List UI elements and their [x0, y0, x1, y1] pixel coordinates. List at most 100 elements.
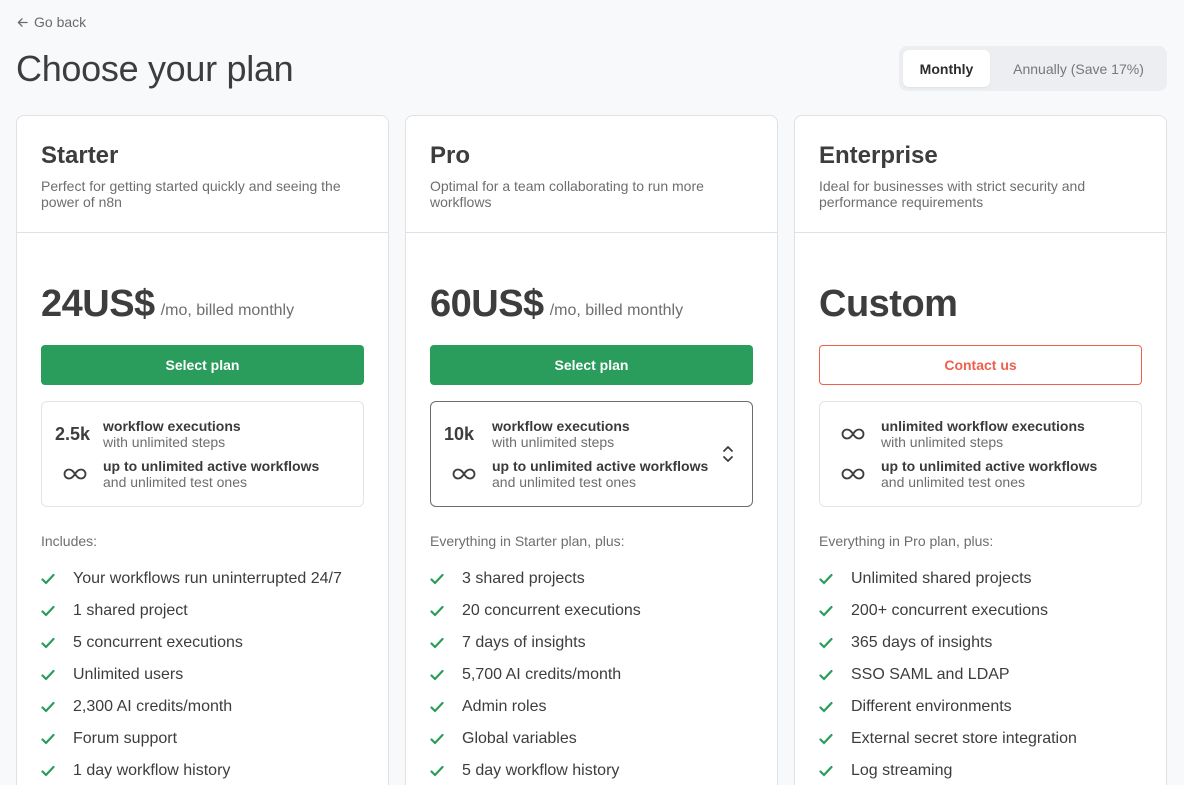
feature-item: Unlimited users — [41, 659, 364, 691]
feature-item: Forum support — [41, 723, 364, 755]
plan-card-starter: Starter Perfect for getting started quic… — [16, 115, 389, 785]
infinity-icon — [63, 468, 87, 480]
plan-price-suffix: /mo, billed monthly — [160, 302, 295, 319]
feature-item: Your workflows run uninterrupted 24/7 — [41, 563, 364, 595]
feature-item: 5 day workflow history — [430, 755, 753, 785]
feature-text: 5 concurrent executions — [73, 634, 243, 651]
plan-card-pro: Pro Optimal for a team collaborating to … — [405, 115, 778, 785]
feature-item: 5,700 AI credits/month — [430, 659, 753, 691]
feature-text: 200+ concurrent executions — [851, 602, 1049, 619]
includes-heading: Everything in Pro plan, plus: — [819, 533, 994, 549]
feature-list: 3 shared projects 20 concurrent executio… — [430, 563, 753, 785]
chevron-up-down-icon — [723, 446, 733, 462]
check-icon — [819, 605, 833, 617]
check-icon — [41, 733, 55, 745]
annually-toggle-button[interactable]: Annually (Save 17%) — [994, 50, 1163, 87]
workflows-sub: and unlimited test ones — [103, 474, 247, 490]
infinity-icon — [841, 468, 865, 480]
go-back-label: Go back — [34, 14, 87, 30]
feature-text: 2,300 AI credits/month — [73, 698, 233, 715]
plan-name: Starter — [41, 142, 119, 169]
check-icon — [41, 605, 55, 617]
plan-price: 24US$ — [41, 283, 155, 325]
check-icon — [430, 605, 444, 617]
feature-item: 1 shared project — [41, 595, 364, 627]
feature-item: 365 days of insights — [819, 627, 1142, 659]
workflows-label: up to unlimited active workflows — [881, 458, 1098, 474]
workflows-label: up to unlimited active workflows — [492, 458, 709, 474]
check-icon — [430, 701, 444, 713]
plan-description: Optimal for a team collaborating to run … — [430, 178, 704, 210]
plan-quota-box: 2.5k workflow executions with unlimited … — [41, 401, 364, 507]
feature-text: 20 concurrent executions — [462, 602, 641, 619]
check-icon — [819, 669, 833, 681]
executions-value: 10k — [444, 423, 475, 444]
feature-item: External secret store integration — [819, 723, 1142, 755]
feature-item: SSO SAML and LDAP — [819, 659, 1142, 691]
check-icon — [41, 765, 55, 777]
feature-text: Unlimited users — [73, 666, 184, 683]
workflows-sub: and unlimited test ones — [492, 474, 636, 490]
plan-name: Pro — [430, 142, 471, 169]
feature-item: 20 concurrent executions — [430, 595, 753, 627]
feature-item: Admin roles — [430, 691, 753, 723]
feature-item: 200+ concurrent executions — [819, 595, 1142, 627]
feature-text: 7 days of insights — [462, 634, 586, 651]
executions-sub: with unlimited steps — [103, 434, 226, 450]
check-icon — [41, 573, 55, 585]
check-icon — [430, 765, 444, 777]
feature-text: External secret store integration — [851, 730, 1077, 747]
select-plan-button[interactable]: Select plan — [41, 345, 364, 385]
check-icon — [819, 733, 833, 745]
arrow-left-icon — [17, 17, 28, 27]
executions-label: workflow executions — [103, 418, 241, 434]
feature-text: 5,700 AI credits/month — [462, 666, 622, 683]
plan-name: Enterprise — [819, 142, 938, 169]
executions-sub: with unlimited steps — [492, 434, 615, 450]
feature-item: 1 day workflow history — [41, 755, 364, 785]
contact-us-button[interactable]: Contact us — [819, 345, 1142, 385]
executions-label: unlimited workflow executions — [881, 418, 1085, 434]
feature-text: Admin roles — [462, 698, 547, 715]
select-plan-button[interactable]: Select plan — [430, 345, 753, 385]
feature-item: Global variables — [430, 723, 753, 755]
feature-item: 3 shared projects — [430, 563, 753, 595]
feature-text: Forum support — [73, 730, 178, 747]
feature-item: Different environments — [819, 691, 1142, 723]
go-back-link[interactable]: Go back — [17, 14, 86, 30]
check-icon — [430, 733, 444, 745]
feature-item: 7 days of insights — [430, 627, 753, 659]
plan-price: Custom — [819, 283, 958, 325]
plan-description: Ideal for businesses with strict securit… — [819, 178, 1086, 210]
infinity-icon — [841, 428, 865, 440]
feature-item: Unlimited shared projects — [819, 563, 1142, 595]
plan-card-enterprise: Enterprise Ideal for businesses with str… — [794, 115, 1167, 785]
execution-tier-select[interactable]: 10k workflow executions with unlimited s… — [430, 401, 753, 507]
check-icon — [819, 765, 833, 777]
page-title: Choose your plan — [16, 48, 294, 89]
feature-text: Unlimited shared projects — [851, 570, 1032, 587]
plan-price-suffix: /mo, billed monthly — [549, 302, 684, 319]
check-icon — [819, 637, 833, 649]
check-icon — [430, 637, 444, 649]
plan-price: 60US$ — [430, 283, 544, 325]
plan-quota-box: unlimited workflow executions with unlim… — [819, 401, 1142, 507]
check-icon — [819, 573, 833, 585]
feature-text: SSO SAML and LDAP — [851, 666, 1010, 683]
workflows-label: up to unlimited active workflows — [103, 458, 320, 474]
feature-text: Your workflows run uninterrupted 24/7 — [73, 570, 342, 587]
executions-label: workflow executions — [492, 418, 630, 434]
check-icon — [41, 669, 55, 681]
monthly-toggle-button[interactable]: Monthly — [903, 50, 990, 87]
feature-item: Log streaming — [819, 755, 1142, 785]
feature-item: 2,300 AI credits/month — [41, 691, 364, 723]
executions-sub: with unlimited steps — [881, 434, 1004, 450]
feature-text: 3 shared projects — [462, 570, 585, 587]
feature-list: Unlimited shared projects 200+ concurren… — [819, 563, 1142, 785]
check-icon — [430, 669, 444, 681]
feature-list: Your workflows run uninterrupted 24/7 1 … — [41, 563, 364, 785]
feature-text: 1 day workflow history — [73, 762, 231, 779]
check-icon — [41, 637, 55, 649]
feature-text: 1 shared project — [73, 602, 188, 619]
feature-item: 5 concurrent executions — [41, 627, 364, 659]
